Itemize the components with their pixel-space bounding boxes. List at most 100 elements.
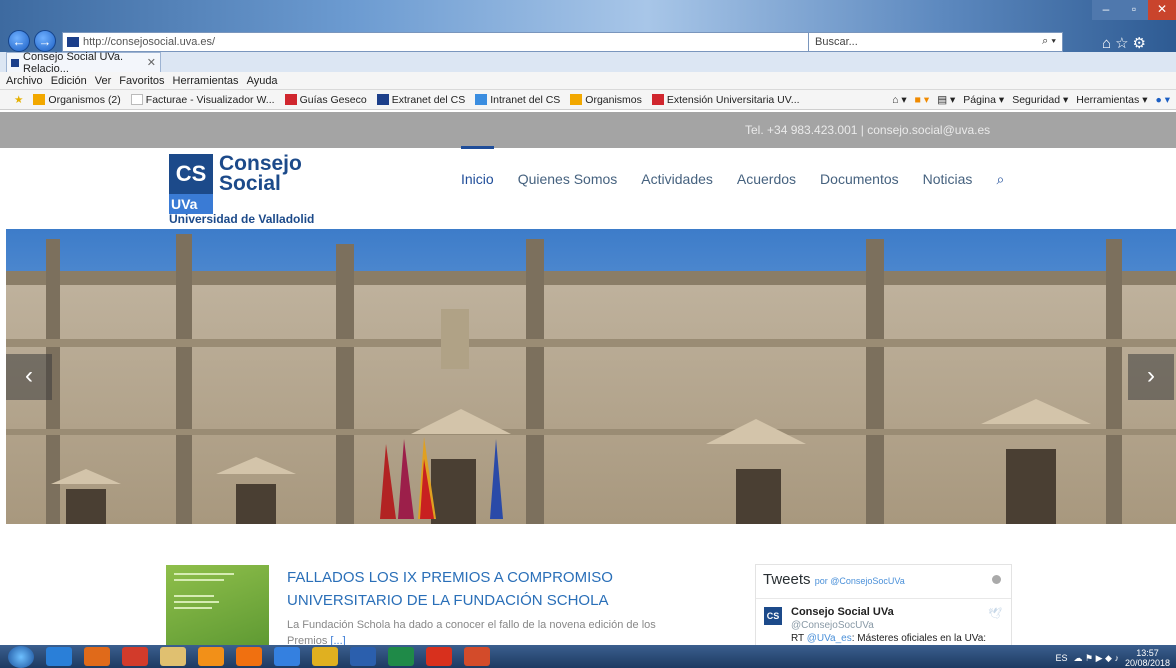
fav-label: Facturae - Visualizador W... <box>145 93 275 106</box>
gear-icon[interactable]: ⚙ <box>1133 35 1150 52</box>
fav-label: Guías Geseco <box>299 93 367 106</box>
fav-item[interactable]: Facturae - Visualizador W... <box>130 93 275 106</box>
tweets-by-link[interactable]: por @ConsejoSocUVa <box>815 576 905 586</box>
browser-search-input[interactable]: Buscar... ⌕ ▾ <box>808 32 1063 52</box>
word-taskbar-icon[interactable] <box>350 647 376 666</box>
print-icon[interactable]: ▤ ▾ <box>937 94 955 106</box>
building-facade-image <box>6 229 1176 524</box>
tray-icons[interactable]: ☁ ⚑ ▶ ◆ ♪ <box>1074 653 1119 664</box>
outlook-taskbar-icon[interactable] <box>198 647 224 666</box>
close-button[interactable]: ✕ <box>1148 0 1176 20</box>
nav-inicio[interactable]: Inicio <box>461 146 494 188</box>
folder-icon <box>33 94 46 105</box>
powerpoint-taskbar-icon[interactable] <box>464 647 490 666</box>
tab-favicon-icon <box>11 58 20 67</box>
menu-ver[interactable]: Ver <box>95 75 112 87</box>
menu-edicion[interactable]: Edición <box>51 75 87 87</box>
nav-search-icon[interactable]: ⌕ <box>996 171 1004 188</box>
command-bar: ⌂ ▾ ■ ▾ ▤ ▾ Página ▾ Seguridad ▾ Herrami… <box>892 94 1170 106</box>
fav-item[interactable]: Organismos <box>570 94 642 106</box>
language-indicator[interactable]: ES <box>1056 653 1068 663</box>
info-icon[interactable] <box>992 575 1001 584</box>
menu-ayuda[interactable]: Ayuda <box>247 75 278 87</box>
pagina-menu[interactable]: Página ▾ <box>963 94 1004 106</box>
nav-documentos[interactable]: Documentos <box>820 171 899 188</box>
rss-icon[interactable]: ■ ▾ <box>915 94 930 106</box>
acrobat-taskbar-icon[interactable] <box>426 647 452 666</box>
tweet-mention-link[interactable]: @UVa_es <box>807 633 852 644</box>
contact-info: Tel. +34 983.423.001 | consejo.social@uv… <box>745 123 991 137</box>
home-cmd-icon[interactable]: ⌂ ▾ <box>892 94 907 106</box>
fav-label: Extranet del CS <box>391 93 466 106</box>
hero-slider-image <box>6 229 1176 524</box>
tweet-handle[interactable]: @ConsejoSocUVa <box>791 620 874 631</box>
site-favicon-icon <box>67 37 79 47</box>
nav-quienes-somos[interactable]: Quienes Somos <box>518 171 618 188</box>
seguridad-menu[interactable]: Seguridad ▾ <box>1012 94 1068 106</box>
nav-acuerdos[interactable]: Acuerdos <box>737 171 796 188</box>
fav-item[interactable]: Guías Geseco <box>284 93 367 106</box>
firefox-taskbar-icon[interactable] <box>84 647 110 666</box>
minimize-button[interactable]: – <box>1092 0 1120 20</box>
help-icon[interactable]: ● ▾ <box>1155 94 1170 106</box>
site-top-bar: Tel. +34 983.423.001 | consejo.social@uv… <box>0 112 1176 148</box>
explorer-taskbar-icon[interactable] <box>160 647 186 666</box>
slider-prev-button[interactable]: ‹ <box>6 354 52 400</box>
slider-next-button[interactable]: › <box>1128 354 1174 400</box>
address-bar[interactable]: http://consejosocial.uva.es/ ▾ ⟳ <box>62 32 832 52</box>
fav-label: Extensión Universitaria UV... <box>666 93 800 106</box>
favorites-star-icon[interactable]: ★ <box>14 94 23 106</box>
clock[interactable]: 13:57 20/08/2018 <box>1125 648 1170 668</box>
logo-university: Universidad de Valladolid <box>169 212 315 226</box>
forward-button[interactable]: → <box>34 30 56 52</box>
page-icon <box>376 94 389 105</box>
menu-favoritos[interactable]: Favoritos <box>119 75 164 87</box>
menu-herramientas[interactable]: Herramientas <box>173 75 239 87</box>
maximize-button[interactable]: ▫ <box>1120 0 1148 20</box>
fav-label: Organismos (2) <box>48 93 121 106</box>
avatar[interactable]: CS <box>764 607 782 625</box>
nav-actividades[interactable]: Actividades <box>641 171 713 188</box>
menu-archivo[interactable]: Archivo <box>6 75 43 87</box>
browser-right-icons: ⌂☆⚙ <box>1102 34 1150 52</box>
back-button[interactable]: ← <box>8 30 30 52</box>
site-logo[interactable]: CS UVa Consejo Social Universidad de Vall… <box>169 153 319 226</box>
window-controls: – ▫ ✕ <box>1092 0 1176 20</box>
nav-noticias[interactable]: Noticias <box>923 171 973 188</box>
tweet-account-name[interactable]: Consejo Social UVa <box>791 606 894 618</box>
ie-taskbar-icon[interactable] <box>46 647 72 666</box>
favorites-bar: ★ Organismos (2) Facturae - Visualizador… <box>0 90 1176 110</box>
tab-title: Consejo Social UVa. Relacio... <box>23 50 124 75</box>
chrome-taskbar-icon[interactable] <box>122 647 148 666</box>
fav-item[interactable]: Organismos (2) <box>33 93 121 106</box>
tweets-header: Tweets por @ConsejoSocUVa <box>763 571 905 588</box>
close-tab-icon[interactable]: ✕ <box>147 56 156 69</box>
news-thumbnail[interactable] <box>166 565 269 645</box>
fav-label: Organismos <box>585 93 642 106</box>
folder-icon <box>570 94 583 105</box>
herramientas-menu[interactable]: Herramientas ▾ <box>1076 94 1147 106</box>
ie-icon <box>475 94 488 105</box>
tab-strip <box>0 52 1176 72</box>
twitter-widget: Tweets por @ConsejoSocUVa CS Consejo Soc… <box>755 564 1012 646</box>
fav-item[interactable]: Intranet del CS <box>475 94 560 106</box>
excel-taskbar-icon[interactable] <box>388 647 414 666</box>
start-button[interactable] <box>8 645 34 668</box>
logo-uva: UVa <box>169 194 213 214</box>
tab-active[interactable]: Consejo Social UVa. Relacio... ✕ <box>6 50 161 75</box>
fav-item[interactable]: Extranet del CS <box>376 93 466 106</box>
star-icon[interactable]: ☆ <box>1115 35 1132 52</box>
search-placeholder: Buscar... <box>815 36 858 48</box>
news-title[interactable]: FALLADOS LOS IX PREMIOS A COMPROMISO UNI… <box>287 566 707 612</box>
app-taskbar-icon[interactable] <box>312 647 338 666</box>
app-taskbar-icon[interactable] <box>274 647 300 666</box>
fav-item[interactable]: Extensión Universitaria UV... <box>651 93 800 106</box>
menu-bar: Archivo Edición Ver Favoritos Herramient… <box>0 72 1176 90</box>
home-icon[interactable]: ⌂ <box>1102 35 1115 52</box>
logo-cs: CS <box>169 154 213 194</box>
main-nav: Inicio Quienes Somos Actividades Acuerdo… <box>461 146 1004 188</box>
search-icon[interactable]: ⌕ ▾ <box>1042 35 1056 48</box>
vlc-taskbar-icon[interactable] <box>236 647 262 666</box>
windows-taskbar: ES ☁ ⚑ ▶ ◆ ♪ 13:57 20/08/2018 <box>0 645 1176 668</box>
system-tray: ES ☁ ⚑ ▶ ◆ ♪ 13:57 20/08/2018 <box>1056 648 1170 668</box>
